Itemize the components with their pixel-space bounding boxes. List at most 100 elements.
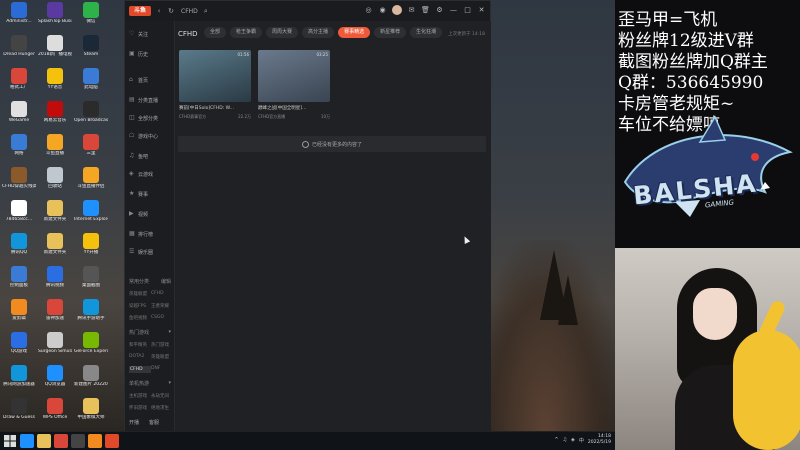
customer-service-button[interactable]: 客服 <box>149 419 159 426</box>
category-tab[interactable]: 高分主播 <box>302 27 335 38</box>
start-stream-button[interactable]: 开播 <box>129 419 139 426</box>
desktop-icon[interactable]: 中国象棋大师 <box>74 398 108 431</box>
edit-button[interactable]: 编辑 <box>161 278 171 285</box>
input-method-icon[interactable]: 中 <box>579 437 584 444</box>
taskbar-app-icon[interactable] <box>37 434 51 448</box>
refresh-icon[interactable]: ↻ <box>167 7 175 15</box>
video-title[interactable]: 巅峰之战[中国全明星]... <box>258 105 330 111</box>
category-link[interactable]: 绝地求生 <box>151 405 173 411</box>
category-link[interactable]: CFHD <box>151 291 173 297</box>
taskbar-app-icon[interactable] <box>20 434 34 448</box>
category-tab[interactable]: 枪王争霸 <box>230 27 263 38</box>
search-icon[interactable]: ⌕ <box>202 7 210 15</box>
stream-overlay: 歪马甲=飞机 粉丝牌12级进V群 截图粉丝牌加Q群主 Q群：536645990 卡房管老… <box>615 0 800 450</box>
category-tab[interactable]: 新星推荐 <box>374 27 407 38</box>
desktop-icon-label: QQ游戏 <box>10 349 28 354</box>
sidebar-item[interactable]: ▦ 排行榜 <box>129 229 153 239</box>
minimize-icon[interactable]: — <box>449 6 458 15</box>
tray-expand-icon[interactable]: ^ <box>554 437 558 443</box>
video-card[interactable]: 03:25 巅峰之战[中国全明星]... CFHD官方直播 10万 <box>258 50 330 125</box>
live-icon[interactable]: ◎ <box>364 6 373 15</box>
app-icon <box>83 167 99 183</box>
category-link[interactable]: 主机游戏 <box>129 393 151 399</box>
app-logo[interactable]: 斗鱼 <box>129 6 151 16</box>
category-link[interactable]: 王者荣耀 <box>151 303 173 309</box>
category-link[interactable]: 穿越FPS <box>129 303 151 309</box>
volume-icon[interactable]: ♫ <box>563 437 567 443</box>
taskbar-app-icon[interactable] <box>54 434 68 448</box>
video-thumbnail[interactable]: 03:25 <box>258 50 330 102</box>
video-author[interactable]: CFHD赛事官方 <box>179 114 206 120</box>
sidebar-item[interactable]: ♡ 关注 <box>129 29 148 39</box>
message-icon[interactable]: ✉ <box>407 6 416 15</box>
category-link[interactable]: 永劫无间 <box>151 393 173 399</box>
taskbar-app-icon[interactable] <box>88 434 102 448</box>
chevron-down-icon[interactable]: ▾ <box>168 380 171 387</box>
sidebar-item-icon: ▣ <box>129 50 135 57</box>
sidebar-item[interactable]: ♫ 鱼吧 <box>129 151 148 161</box>
maximize-icon[interactable]: □ <box>463 6 472 15</box>
desktop-icon-label: 中国象棋大师 <box>77 415 105 420</box>
chevron-down-icon[interactable]: ▾ <box>168 329 171 336</box>
category-link[interactable]: CFHD <box>129 366 151 373</box>
record-icon[interactable]: ◉ <box>378 6 387 15</box>
desktop-icon-label: 三里 <box>86 151 96 156</box>
video-card[interactable]: 01:56 赛前[中日Solo]CFHD: W... CFHD赛事官方 22.2万 <box>179 50 251 125</box>
sidebar-item[interactable]: ▣ 历史 <box>129 49 148 59</box>
category-link[interactable]: 英雄联盟 <box>129 291 151 297</box>
video-title[interactable]: 赛前[中日Solo]CFHD: W... <box>179 105 251 111</box>
sidebar-item[interactable]: ★ 赛事 <box>129 189 148 199</box>
desktop-icon[interactable]: Draw & Guess <box>2 398 36 431</box>
overlay-text-line: 截图粉丝牌加Q群主 <box>618 52 768 72</box>
gear-icon[interactable]: ⚙ <box>435 6 444 15</box>
category-link[interactable]: 怀旧游戏 <box>129 405 151 411</box>
sidebar-item-label: 排行榜 <box>138 231 154 238</box>
category-link[interactable]: DNF <box>151 366 173 373</box>
desktop-icon-label: 腾讯视频 <box>46 283 64 288</box>
app-icon <box>11 266 27 282</box>
sidebar-item[interactable]: ▶ 视频 <box>129 209 148 219</box>
category-tab[interactable]: 周周大赛 <box>266 27 299 38</box>
desktop-icon-label: WPS Office <box>42 415 68 420</box>
category-link[interactable]: CSGO <box>151 315 173 321</box>
sidebar-item[interactable]: ◈ 云游戏 <box>129 169 153 179</box>
sidebar-item[interactable]: ▤ 分类直播 <box>129 95 158 105</box>
network-icon[interactable]: ◈ <box>571 437 575 443</box>
desktop-icon[interactable]: WPS Office <box>38 398 72 431</box>
desktop-icon-label: 控制面板 <box>10 283 28 288</box>
windows-start-icon[interactable] <box>3 434 17 448</box>
taskbar-app-icon[interactable] <box>105 434 119 448</box>
close-icon[interactable]: ✕ <box>477 6 486 15</box>
category-link[interactable]: 热门游戏 <box>151 342 173 348</box>
desktop-icon-label: Open Broadcast... <box>74 118 108 123</box>
trash-icon[interactable]: 🗑 <box>421 6 430 15</box>
category-link[interactable]: 英雄联盟 <box>151 354 173 360</box>
category-tab[interactable]: 赛事精选 <box>338 27 371 38</box>
category-link[interactable]: 鱼吧视频 <box>129 315 151 321</box>
sidebar-item[interactable]: ⌂ 首页 <box>129 75 148 85</box>
back-icon[interactable]: ‹ <box>155 7 163 15</box>
tree-silhouette <box>558 275 578 325</box>
category-link[interactable]: 和平精英 <box>129 342 151 348</box>
taskbar-app-icon[interactable] <box>71 434 85 448</box>
category-link[interactable]: DOTA2 <box>129 354 151 360</box>
category-tab[interactable]: 生化狂潮 <box>410 27 443 38</box>
desktop-icon-label: 斗鱼直播 <box>46 151 64 156</box>
sidebar-item[interactable]: ☰ 娱乐圈 <box>129 247 153 257</box>
avatar[interactable] <box>392 5 402 15</box>
webcam-person-face <box>693 288 737 340</box>
desktop-icon-label: 腾讯手游助手 <box>77 316 105 321</box>
sidebar-item-icon: ☖ <box>129 132 135 139</box>
desktop-icon-label: Draw & Guess <box>3 415 35 420</box>
desktop-icon-label: 新建文件夹 <box>43 250 67 255</box>
sidebar-item-label: 云游戏 <box>138 171 154 178</box>
sidebar-item-label: 全部分类 <box>138 115 159 122</box>
clock[interactable]: 14:18 2022/5/19 <box>588 434 611 446</box>
app-icon <box>11 68 27 84</box>
desktop-icon-label: 桌面截图 <box>82 283 100 288</box>
video-author[interactable]: CFHD官方直播 <box>258 114 285 120</box>
sidebar-item[interactable]: ☖ 游戏中心 <box>129 131 158 141</box>
category-tab[interactable]: 全部 <box>204 27 227 38</box>
video-thumbnail[interactable]: 01:56 <box>179 50 251 102</box>
sidebar-item[interactable]: ◫ 全部分类 <box>129 113 158 123</box>
